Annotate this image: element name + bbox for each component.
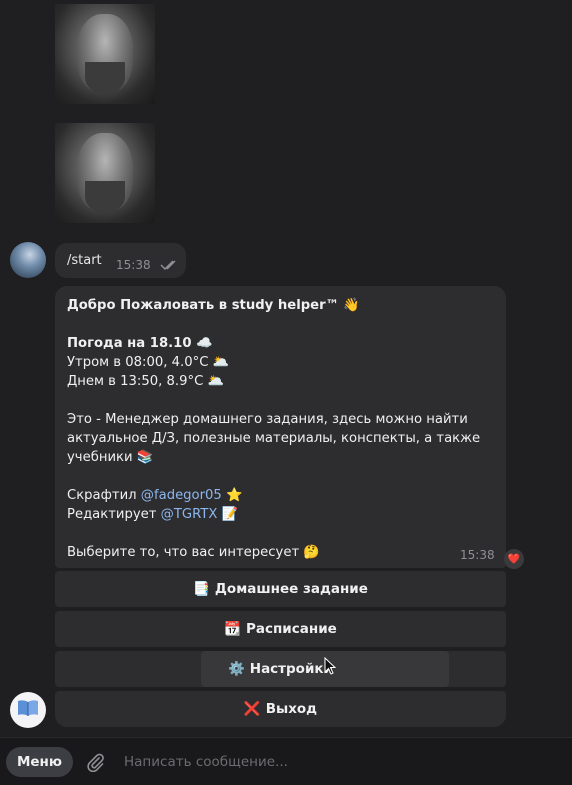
page-emoji-icon: 📑 [193,581,210,597]
reaction-emoji: ❤️ [507,553,521,565]
line-suffix: 📝 [217,507,239,522]
message-line: Скрафтил @fadegor05 ⭐ [67,486,487,505]
beard-shape [85,181,125,213]
message-line: Добро Пожаловать в study helper™ 👋 [67,298,360,313]
message-time: 15:38 [460,548,495,562]
start-message-bubble[interactable]: /start 15:38 [55,243,186,278]
gear-emoji-icon: ⚙️ [227,661,245,677]
schedule-button[interactable]: 📆 Расписание [55,611,506,647]
button-label: Домашнее задание [214,581,368,597]
message-line: Редактирует @TGRTX 📝 [67,505,487,524]
editor-link[interactable]: @TGRTX [161,507,218,522]
message-line: Это - Менеджер домашнего задания, здесь … [67,412,468,427]
line-prefix: Редактирует [67,507,161,522]
settings-button[interactable]: ⚙️ Настройки [55,651,506,687]
exit-button[interactable]: ❌ Выход [55,691,506,727]
message-line [67,524,487,543]
button-label: Расписание [245,621,337,637]
line-suffix: ⭐ [221,488,243,503]
line-prefix: Скрафтил [67,488,141,503]
message-line: Погода на 18.10 ☁️ [67,336,213,351]
message-line [67,467,487,486]
double-check-icon [160,256,180,275]
beard-shape [85,62,125,94]
message-line: Выберите то, что вас интересует 🤔 [67,545,320,560]
message-line: учебники 📚 [67,450,154,465]
button-label: Настройки [249,661,334,677]
menu-button[interactable]: Меню [6,747,73,777]
cross-emoji-icon: ❌ [243,701,261,717]
cursor-icon [324,656,337,679]
photo-message-2[interactable] [55,123,155,223]
author-link[interactable]: @fadegor05 [141,488,222,503]
message-line: актуальное Д/З, полезные материалы, конс… [67,431,481,446]
attach-icon[interactable] [85,752,105,776]
message-composer: Меню [0,737,572,785]
bot-message-text: Добро Пожаловать в study helper™ 👋 Погод… [67,296,487,562]
bot-avatar[interactable] [10,692,46,728]
message-line: Днем в 13:50, 8.9°C 🌥️ [67,374,224,389]
start-message-text: /start [67,253,102,268]
message-input[interactable] [114,746,572,778]
photo-message-1[interactable] [55,4,155,104]
heart-reaction-icon[interactable]: ❤️ [504,549,524,569]
bot-message-bubble[interactable]: Добро Пожаловать в study helper™ 👋 Погод… [55,286,506,568]
message-line [67,391,487,410]
message-line [67,315,487,334]
book-icon [17,699,39,721]
button-label: Выход [265,701,318,717]
message-line: Утром в 08:00, 4.0°C 🌥️ [67,355,230,370]
message-time: 15:38 [116,258,151,272]
calendar-emoji-icon: 📆 [224,621,241,637]
user-avatar[interactable] [10,242,46,278]
homework-button[interactable]: 📑 Домашнее задание [55,571,506,607]
